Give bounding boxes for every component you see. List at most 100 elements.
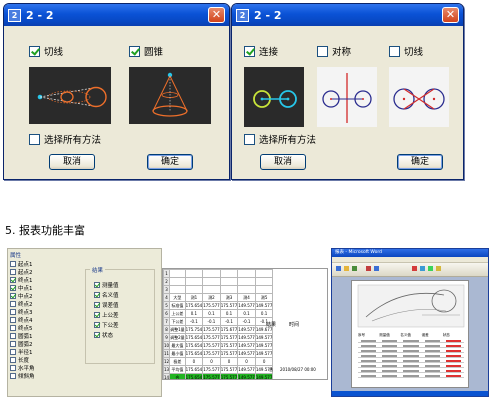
open-icon[interactable] xyxy=(344,266,349,271)
table-cell[interactable]: 0.1 xyxy=(202,309,221,318)
table-cell[interactable] xyxy=(169,277,186,286)
table-cell[interactable]: 0 xyxy=(202,357,221,366)
feature-tree-item[interactable]: 终点3 xyxy=(10,308,76,316)
table-cell[interactable]: 175.654 xyxy=(184,333,204,342)
table-cell[interactable]: 最大值 xyxy=(169,341,186,350)
feature-checkbox[interactable] xyxy=(10,301,16,307)
table-cell[interactable]: 测1 xyxy=(184,293,204,302)
color-icon[interactable] xyxy=(436,266,441,271)
table-cell[interactable]: 175.754 xyxy=(184,325,204,334)
table-cell[interactable]: 149.577 xyxy=(237,373,256,379)
feature-tree-item[interactable]: 终点4 xyxy=(10,316,76,324)
table-cell[interactable]: 149.577 xyxy=(254,349,274,358)
table-cell[interactable] xyxy=(202,277,221,286)
table-cell[interactable]: 0.1 xyxy=(219,309,239,318)
dialog2-titlebar[interactable]: 2 2 - 2 ✕ xyxy=(232,4,463,26)
table-cell[interactable]: 149.577 xyxy=(254,301,274,310)
result-checkbox[interactable] xyxy=(94,302,100,308)
table-cell[interactable]: 175.577 xyxy=(202,325,221,334)
result-checkbox[interactable] xyxy=(94,282,100,288)
table-cell[interactable]: -0.1 xyxy=(237,317,256,326)
table-cell[interactable]: 175.577 xyxy=(219,301,239,310)
table-cell[interactable]: 149.577 xyxy=(237,365,256,374)
result-option[interactable]: 测量值 xyxy=(94,280,119,290)
feature-checkbox[interactable] xyxy=(10,365,16,371)
table-cell[interactable]: 下公差 xyxy=(169,317,186,326)
table-cell[interactable]: 测2 xyxy=(202,293,221,302)
close-button[interactable]: ✕ xyxy=(442,7,459,23)
table-cell[interactable]: 175.654 xyxy=(184,349,204,358)
table-cell[interactable]: 149.577 xyxy=(254,341,274,350)
table-cell[interactable]: 175.654 xyxy=(184,341,204,350)
table-cell[interactable]: 175.577 xyxy=(219,373,239,379)
table-cell[interactable]: 175.577 xyxy=(219,365,239,374)
feature-tree-item[interactable]: 起点2 xyxy=(10,268,76,276)
result-option[interactable]: 下公差 xyxy=(94,320,119,330)
table-cell[interactable]: -0.1 xyxy=(219,317,239,326)
table-cell[interactable]: 175.577 xyxy=(202,333,221,342)
close-button[interactable]: ✕ xyxy=(208,7,225,23)
table-cell[interactable]: 调整2量 xyxy=(169,333,186,342)
table-cell[interactable]: 175.654 xyxy=(184,365,204,374)
result-checkbox[interactable] xyxy=(94,332,100,338)
table-cell[interactable]: 149.577 xyxy=(237,349,256,358)
result-option[interactable]: 名义值 xyxy=(94,290,119,300)
save-icon[interactable] xyxy=(352,266,357,271)
table-cell[interactable] xyxy=(254,277,274,286)
table-cell[interactable]: 0 xyxy=(254,357,274,366)
table-cell[interactable]: 175.577 xyxy=(202,373,221,379)
word-titlebar[interactable]: 报表 - Microsoft Word xyxy=(332,249,488,257)
table-cell[interactable]: 149.577 xyxy=(254,333,274,342)
result-checkbox[interactable] xyxy=(94,322,100,328)
option-tangent[interactable]: 切线 xyxy=(29,44,63,58)
option-connect[interactable]: 连接 xyxy=(244,44,278,58)
result-checkbox[interactable] xyxy=(94,312,100,318)
ok-button[interactable]: 确定 xyxy=(397,154,443,170)
dialog1-titlebar[interactable]: 2 2 - 2 ✕ xyxy=(4,4,229,26)
table-cell[interactable]: 标准值 xyxy=(169,301,186,310)
select-all-option[interactable]: 选择所有方法 xyxy=(29,132,101,146)
table-cell[interactable] xyxy=(169,285,186,294)
color-icon[interactable] xyxy=(428,266,433,271)
feature-tree-item[interactable]: 圆弧2 xyxy=(10,340,76,348)
result-option[interactable]: 状态 xyxy=(94,330,119,340)
feature-checkbox[interactable] xyxy=(10,285,16,291)
table-cell[interactable]: 149.577 xyxy=(237,341,256,350)
table-cell[interactable]: 175.654 xyxy=(184,373,204,379)
feature-tree-item[interactable]: 水平角 xyxy=(10,364,76,372)
ok-button[interactable]: 确定 xyxy=(147,154,193,170)
table-cell[interactable]: 测5 xyxy=(254,293,274,302)
checkbox-tangent[interactable] xyxy=(389,45,400,57)
feature-tree-item[interactable]: 长度 xyxy=(10,356,76,364)
table-cell[interactable]: 175.577 xyxy=(202,349,221,358)
checkbox-symmetry[interactable] xyxy=(317,45,328,57)
new-icon[interactable] xyxy=(336,266,341,271)
result-option[interactable]: 误差值 xyxy=(94,300,119,310)
table-cell[interactable]: 0.1 xyxy=(184,309,204,318)
feature-checkbox[interactable] xyxy=(10,277,16,283)
option-tangent[interactable]: 切线 xyxy=(389,44,423,58)
format-icon[interactable] xyxy=(366,266,371,271)
table-cell[interactable] xyxy=(237,269,256,278)
table-cell[interactable]: 175.654 xyxy=(184,301,204,310)
feature-checkbox[interactable] xyxy=(10,293,16,299)
table-cell[interactable] xyxy=(254,269,274,278)
feature-checkbox[interactable] xyxy=(10,317,16,323)
feature-checkbox[interactable] xyxy=(10,261,16,267)
table-cell[interactable]: 上公差 xyxy=(169,309,186,318)
feature-tree-item[interactable]: 中点2 xyxy=(10,292,76,300)
cancel-button[interactable]: 取消 xyxy=(260,154,306,170)
feature-tree-item[interactable]: 中点1 xyxy=(10,284,76,292)
table-cell[interactable]: 大型 xyxy=(169,293,186,302)
feature-checkbox[interactable] xyxy=(10,357,16,363)
table-cell[interactable] xyxy=(219,285,239,294)
table-cell[interactable] xyxy=(184,269,204,278)
table-cell[interactable]: 测4 xyxy=(237,293,256,302)
option-symmetry[interactable]: 对称 xyxy=(317,44,351,58)
color-icon[interactable] xyxy=(420,266,425,271)
table-cell[interactable]: 175.577 xyxy=(202,341,221,350)
select-all-option[interactable]: 选择所有方法 xyxy=(244,132,316,146)
feature-checkbox[interactable] xyxy=(10,309,16,315)
table-cell[interactable]: 175.577 xyxy=(202,301,221,310)
table-cell[interactable]: 149.577 xyxy=(254,373,274,379)
